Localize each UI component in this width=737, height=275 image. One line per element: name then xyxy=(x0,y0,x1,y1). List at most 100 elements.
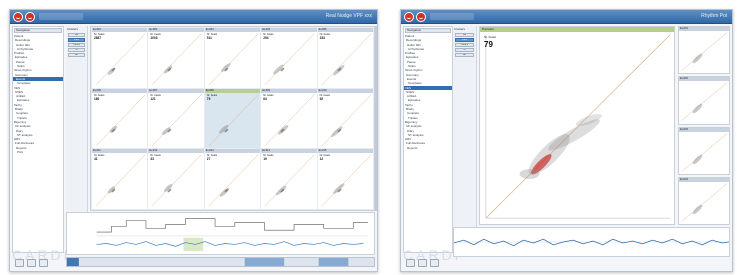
scatter-svg xyxy=(208,33,259,86)
thumbnail-svg xyxy=(681,183,728,222)
cell-header: Ev.#03 xyxy=(204,28,261,32)
cell-header: Ev.#12 xyxy=(148,149,204,154)
thumbnail-plot[interactable]: Ev.#04 xyxy=(678,176,730,225)
sidebar-header: Navigation xyxy=(14,28,62,33)
scatter-svg xyxy=(321,93,372,146)
scatter-cell[interactable]: Ev.#06 Nr. beats 160 xyxy=(92,88,148,149)
scatter-cell[interactable]: Ev.#08 Nr. beats 79 xyxy=(204,88,261,149)
app-logo-icon[interactable] xyxy=(13,12,23,22)
vertical-scrollbar[interactable] xyxy=(375,26,377,211)
home-icon[interactable] xyxy=(15,258,24,267)
scatter-svg xyxy=(264,154,315,207)
cell-header: Ev.#05 xyxy=(317,28,373,32)
sidebar-header: Navigation xyxy=(405,28,451,33)
scatter-svg xyxy=(95,93,146,146)
cell-value: 121 xyxy=(150,96,156,101)
title-bar: Rhythm Poi xyxy=(401,10,732,24)
cell-value: 294 xyxy=(263,36,269,40)
cluster-filter-button[interactable]: SVES xyxy=(68,43,85,47)
timeline-navigator[interactable] xyxy=(66,257,375,267)
sidebar-toolbar xyxy=(403,256,453,269)
scatter-cell[interactable]: Ev.#03 Nr. beats 511 xyxy=(204,28,261,88)
window-title: Real Nudge VPF xxx xyxy=(325,13,372,19)
scatter-svg xyxy=(321,154,372,207)
home-icon[interactable] xyxy=(406,258,415,267)
thumbnail-column: Ev.#01 Ev.#02 Ev.#03 Ev.#04 xyxy=(678,26,730,225)
scatter-grid: Ev.#01 Nr. beats 2887 Ev.#02 Nr. beats 1003 Ev… xyxy=(90,26,375,211)
scatter-cell[interactable]: Ev.#13 Nr. beats 27 xyxy=(204,149,261,209)
cluster-filter-button[interactable]: All xyxy=(68,33,85,37)
scatter-cell[interactable]: Ev.#02 Nr. beats 1003 xyxy=(148,28,204,88)
scatter-cell[interactable]: Ev.#15 Nr. beats 12 xyxy=(317,149,373,209)
cluster-filter-button[interactable]: N xyxy=(455,48,474,52)
scatter-cell[interactable]: Ev.#09 Nr. beats 64 xyxy=(261,88,317,149)
cell-value: 511 xyxy=(206,36,212,40)
scatter-svg xyxy=(264,33,315,86)
app-menu-icon[interactable] xyxy=(25,12,35,22)
cluster-filter-button[interactable]: VES xyxy=(455,38,474,42)
cell-value: 41 xyxy=(94,157,98,162)
settings-icon[interactable] xyxy=(430,258,439,267)
cluster-panel: Clusters All VES SVES N Art xyxy=(66,26,88,225)
plot-count-label: Nr. beats xyxy=(484,35,497,39)
print-icon[interactable] xyxy=(27,258,36,267)
cell-value: 12 xyxy=(319,157,324,162)
sidebar-item[interactable]: Print xyxy=(13,150,63,154)
trend-svg xyxy=(454,238,729,247)
cell-header: Ev.#10 xyxy=(317,88,373,93)
navigation-sidebar: Navigation Patient Recordings Holter 001 Ar… xyxy=(12,26,64,253)
poincare-svg xyxy=(485,34,671,219)
cluster-filter-button[interactable]: Art xyxy=(455,53,474,57)
title-strip xyxy=(39,13,83,20)
app-logo-icon[interactable] xyxy=(404,12,414,22)
scatter-cell[interactable]: Ev.#12 Nr. beats 33 xyxy=(148,149,204,209)
cell-value: 27 xyxy=(206,157,211,162)
scatter-cell[interactable]: Ev.#04 Nr. beats 294 xyxy=(261,28,317,88)
settings-icon[interactable] xyxy=(39,258,48,267)
cell-header: Ev.#01 xyxy=(92,28,148,32)
thumbnail-header: Ev.#04 xyxy=(679,177,729,182)
app-window-left: Real Nudge VPF xxx Navigation Patient Rec… xyxy=(9,9,378,272)
thumbnail-header: Ev.#01 xyxy=(679,27,729,31)
cluster-filter-button[interactable]: N xyxy=(68,48,85,52)
cell-header: Ev.#07 xyxy=(148,88,204,93)
cell-value: 19 xyxy=(263,157,267,162)
cell-header: Ev.#08 xyxy=(204,88,261,93)
cluster-filter-button[interactable]: All xyxy=(455,33,474,37)
thumbnail-plot[interactable]: Ev.#02 xyxy=(678,76,730,125)
cell-header: Ev.#02 xyxy=(148,28,204,32)
thumbnail-svg xyxy=(681,82,728,121)
window-title: Rhythm Poi xyxy=(701,13,727,19)
print-icon[interactable] xyxy=(418,258,427,267)
cell-header: Ev.#11 xyxy=(92,149,148,154)
thumbnail-plot[interactable]: Ev.#03 xyxy=(678,126,730,175)
thumbnail-plot[interactable]: Ev.#01 xyxy=(678,26,730,75)
scatter-svg xyxy=(208,154,259,207)
cell-value: 52 xyxy=(319,96,324,101)
cell-value: 64 xyxy=(263,96,267,101)
scatter-cell[interactable]: Ev.#07 Nr. beats 121 xyxy=(148,88,204,149)
cluster-filter-button[interactable]: VES xyxy=(68,38,85,42)
thumbnail-svg xyxy=(681,32,728,71)
scatter-cell[interactable]: Ev.#05 Nr. beats 233 xyxy=(317,28,373,88)
cell-header: Ev.#15 xyxy=(317,149,373,154)
scatter-cell[interactable]: Ev.#01 Nr. beats 2887 xyxy=(92,28,148,88)
cell-header: Ev.#13 xyxy=(204,149,261,154)
scatter-cell[interactable]: Ev.#14 Nr. beats 19 xyxy=(261,149,317,209)
scatter-svg xyxy=(264,93,315,146)
plot-count-value: 79 xyxy=(484,40,493,49)
thumbnail-svg xyxy=(681,132,728,172)
cell-value: 233 xyxy=(319,36,325,40)
title-strip xyxy=(430,13,474,20)
poincare-plot[interactable]: Poincaré Nr. beats 79 xyxy=(479,26,675,225)
thumbnail-header: Ev.#02 xyxy=(679,77,729,82)
scatter-cell[interactable]: Ev.#11 Nr. beats 41 xyxy=(92,149,148,209)
sidebar-item[interactable]: Reports xyxy=(404,146,452,150)
cluster-filter-button[interactable]: SVES xyxy=(455,43,474,47)
scatter-cell[interactable]: Ev.#10 Nr. beats 52 xyxy=(317,88,373,149)
cell-header: Ev.#14 xyxy=(261,149,317,154)
navigation-sidebar: Navigation Patient Recordings Holter 001 Ar… xyxy=(403,26,453,253)
rhythm-trend-chart xyxy=(453,227,730,257)
app-menu-icon[interactable] xyxy=(416,12,426,22)
cluster-filter-button[interactable]: Art xyxy=(68,53,85,57)
